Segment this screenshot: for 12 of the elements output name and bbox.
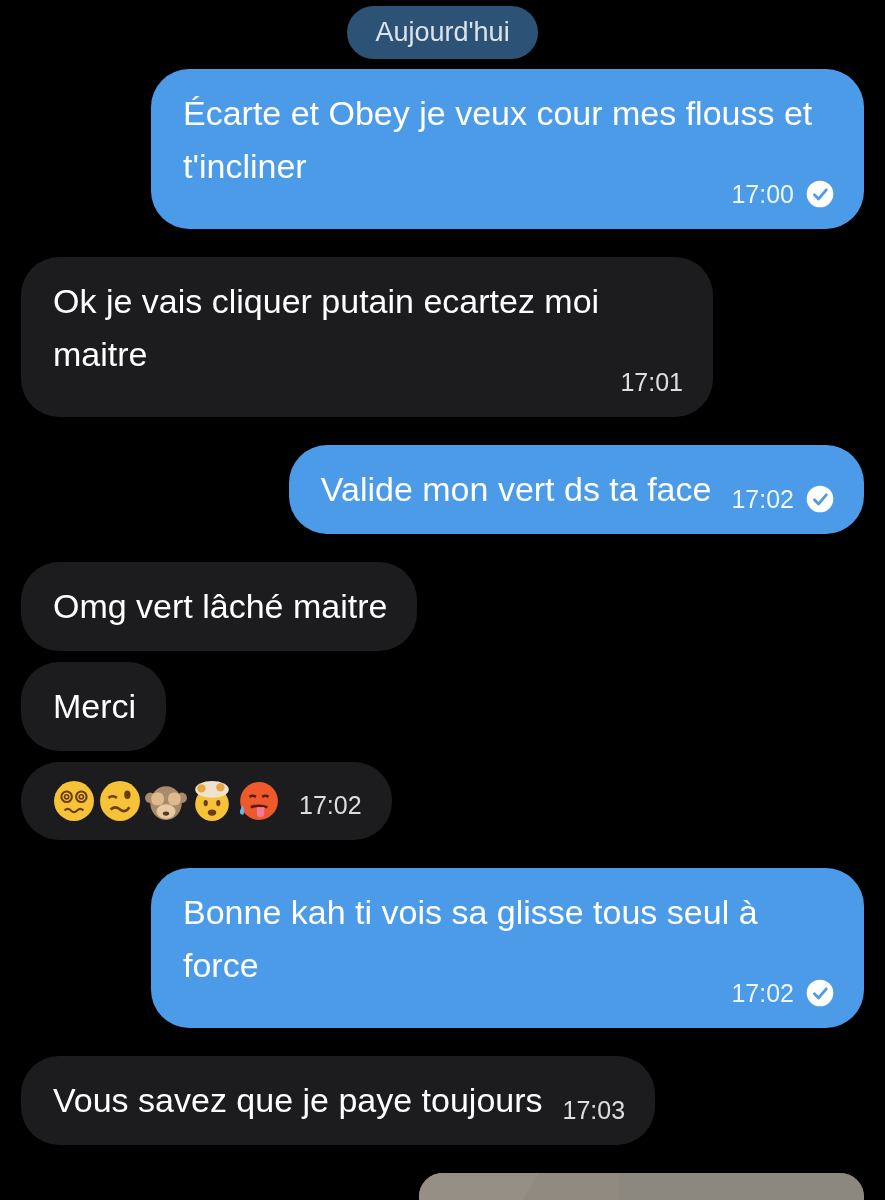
message-time: 17:03 xyxy=(562,1094,626,1125)
message-time: 17:01 xyxy=(620,366,683,397)
message-time: 17:02 xyxy=(731,483,794,514)
message-text: Merci xyxy=(53,685,137,727)
message-text: Valide mon vert ds ta face xyxy=(320,468,712,510)
message-text: Vous savez que je paye toujours xyxy=(53,1079,543,1121)
message-text: Omg vert lâché maitre xyxy=(53,585,388,627)
woozy-face-icon xyxy=(99,779,141,822)
hot-face-icon xyxy=(237,779,279,822)
message-text: Ok je vais cliquer putain ecartez moi maitre xyxy=(53,280,601,375)
message-time: 17:02 xyxy=(299,789,362,820)
dizzy-face-icon xyxy=(53,779,95,822)
